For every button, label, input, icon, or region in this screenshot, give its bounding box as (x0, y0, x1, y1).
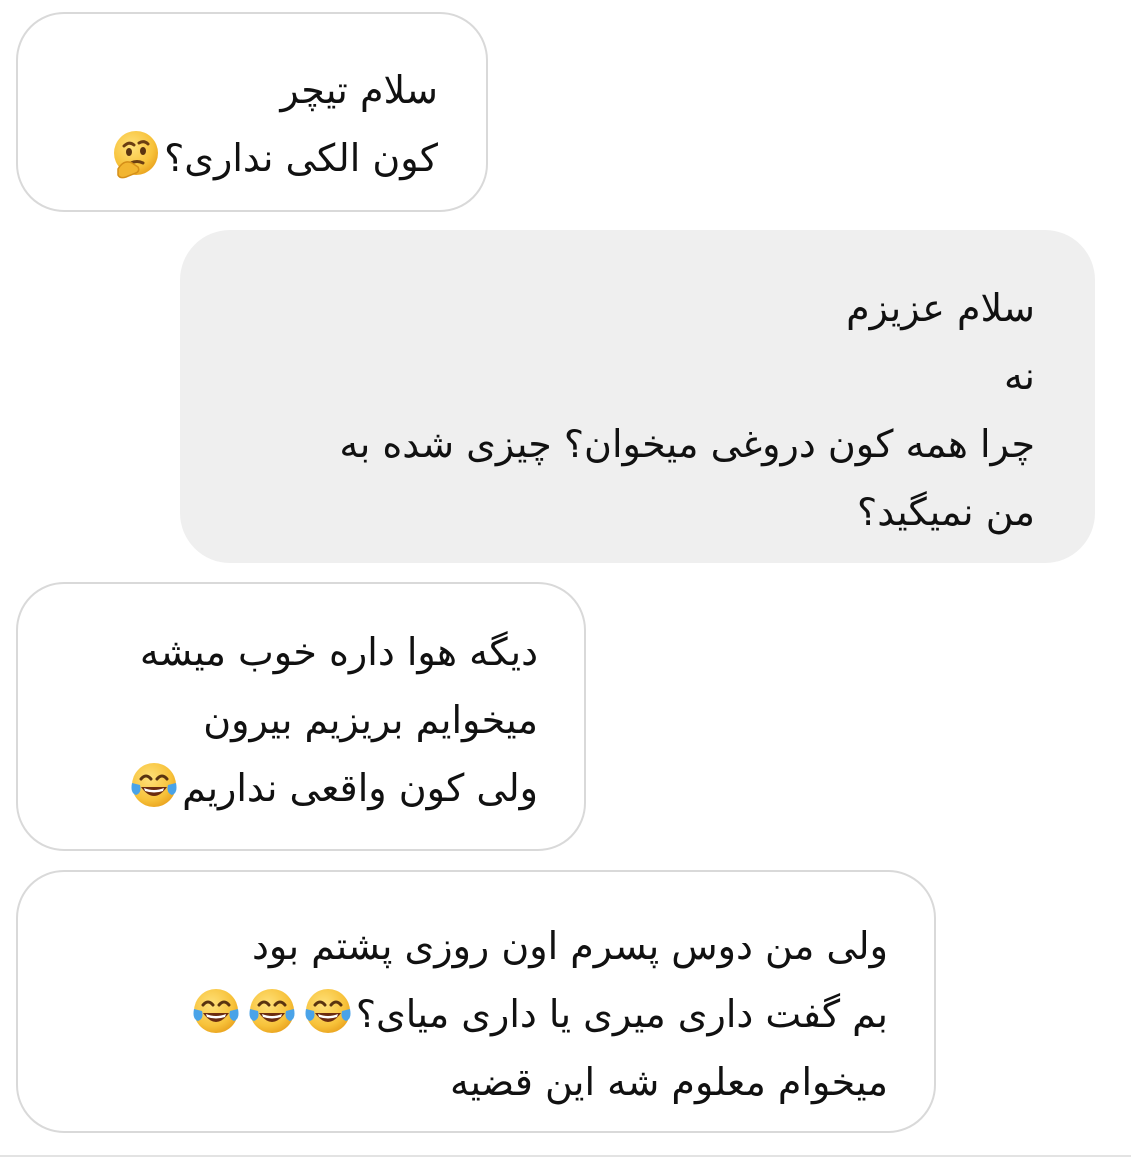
message-line: دیگه هوا داره خوب میشه (139, 630, 538, 674)
thinking-face-icon (110, 129, 162, 181)
message-bubble-incoming[interactable]: ولی من دوس پسرم اون روزی پشتم بود بم گفت… (16, 870, 936, 1133)
message-bubble-outgoing[interactable]: سلام عزیزم نه چرا همه کون دروغی میخوان؟ … (180, 230, 1095, 563)
message-line: ولی کون واقعی نداریم (58, 754, 538, 822)
message-line: ولی من دوس پسرم اون روزی پشتم بود (251, 924, 888, 968)
tears-of-joy-icon (302, 985, 354, 1037)
message-line: میخوایم بریزیم بیرون (203, 698, 538, 742)
message-bubble-incoming[interactable]: دیگه هوا داره خوب میشه میخوایم بریزیم بی… (16, 582, 586, 851)
message-line: کون الکی نداری؟ (58, 124, 438, 192)
message-line: نه (1004, 354, 1035, 398)
message-line: چرا همه کون دروغی میخوان؟ چیزی شده به (339, 422, 1035, 466)
message-line: بم گفت داری میری یا داری میای؟ (58, 980, 888, 1048)
message-thread: سلام تیچر کون الکی نداری؟ سلام عزیزم نه … (0, 0, 1131, 1159)
tears-of-joy-icon (246, 985, 298, 1037)
message-line: سلام عزیزم (846, 286, 1035, 330)
tears-of-joy-icon (128, 759, 180, 811)
tears-of-joy-icon (190, 985, 242, 1037)
message-line: میخوام معلوم شه این قضیه (449, 1060, 888, 1104)
divider (0, 1155, 1131, 1157)
message-bubble-incoming[interactable]: سلام تیچر کون الکی نداری؟ (16, 12, 488, 212)
message-line: من نمیگید؟ (857, 490, 1035, 534)
message-line: سلام تیچر (280, 68, 438, 112)
